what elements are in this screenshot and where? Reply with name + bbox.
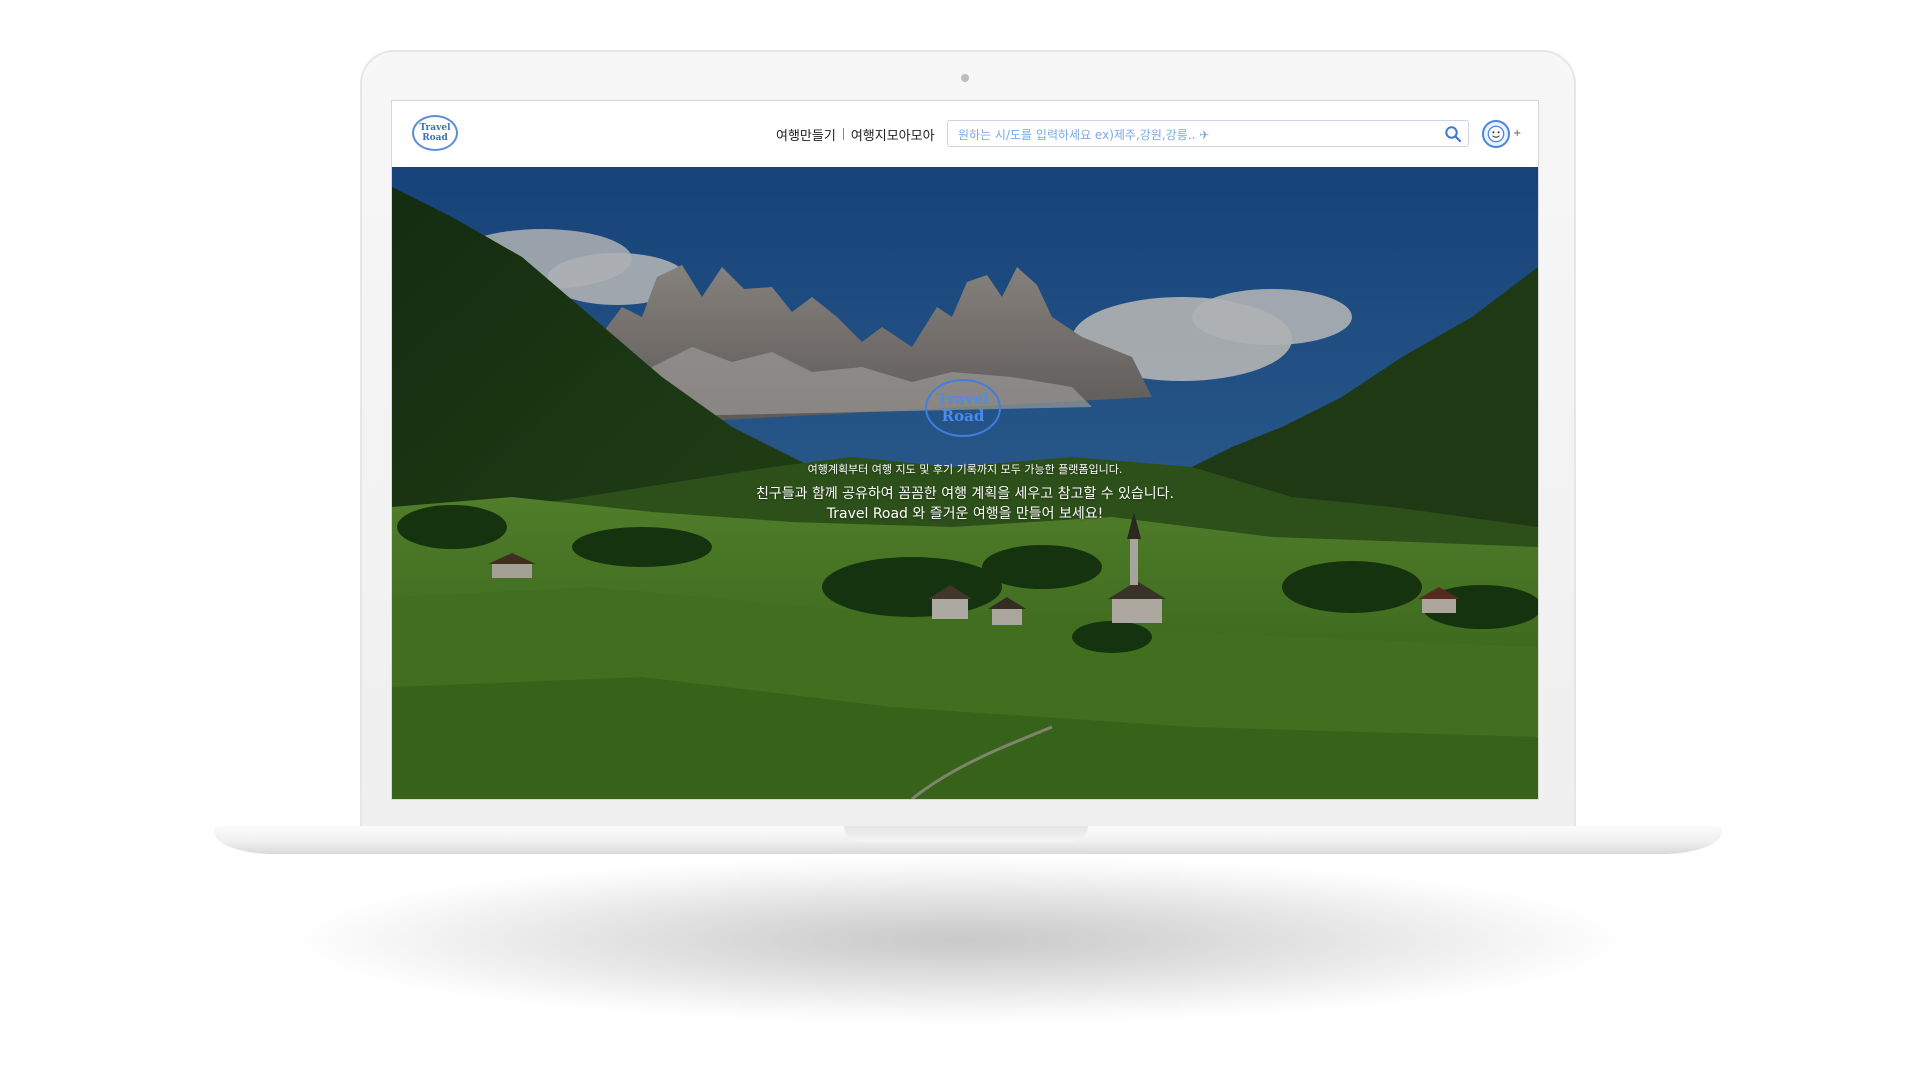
hero-logo: Travel Road: [925, 379, 1001, 437]
nav-item-destinations[interactable]: 여행지모아모아: [851, 125, 935, 144]
header-logo[interactable]: Travel Road: [412, 115, 458, 151]
nav-divider: [842, 128, 844, 140]
camera-icon: [961, 74, 969, 82]
search-icon[interactable]: [1444, 125, 1462, 143]
mockup-stage: Travel Road 여행만들기 여행지모아모아 원하는 시/도를 입력하세요…: [0, 0, 1920, 1080]
main-nav: 여행만들기 여행지모아모아: [776, 125, 935, 144]
nav-item-make-trip[interactable]: 여행만들기: [776, 125, 836, 144]
avatar-caret[interactable]: +: [1513, 128, 1521, 139]
smiley-avatar-icon[interactable]: [1482, 120, 1510, 148]
site-header: Travel Road 여행만들기 여행지모아모아 원하는 시/도를 입력하세요…: [392, 101, 1538, 167]
search-input[interactable]: [956, 124, 1430, 145]
hero-tagline-3: Travel Road 와 즐거운 여행을 만들어 보세요!: [826, 506, 1104, 522]
logo-text-line2: Road: [422, 133, 448, 143]
hero-banner: Travel Road 여행계획부터 여행 지도 및 후기 기록까지 모두 가능…: [392, 167, 1538, 799]
hero-tagline-1: 여행계획부터 여행 지도 및 후기 기록까지 모두 가능한 플랫폼입니다.: [807, 463, 1123, 476]
hero-logo-line2: Road: [941, 407, 985, 425]
laptop-shadow: [300, 860, 1620, 1020]
search-box: [947, 120, 1469, 147]
laptop-screen: Travel Road 여행만들기 여행지모아모아 원하는 시/도를 입력하세요…: [392, 101, 1538, 799]
hero-logo-line1: Travel: [937, 390, 989, 408]
logo-text-line1: Travel: [419, 123, 451, 133]
hero-tagline-2: 친구들과 함께 공유하여 꼼꼼한 여행 계획을 세우고 참고할 수 있습니다.: [755, 486, 1175, 502]
laptop-notch: [844, 826, 1088, 842]
